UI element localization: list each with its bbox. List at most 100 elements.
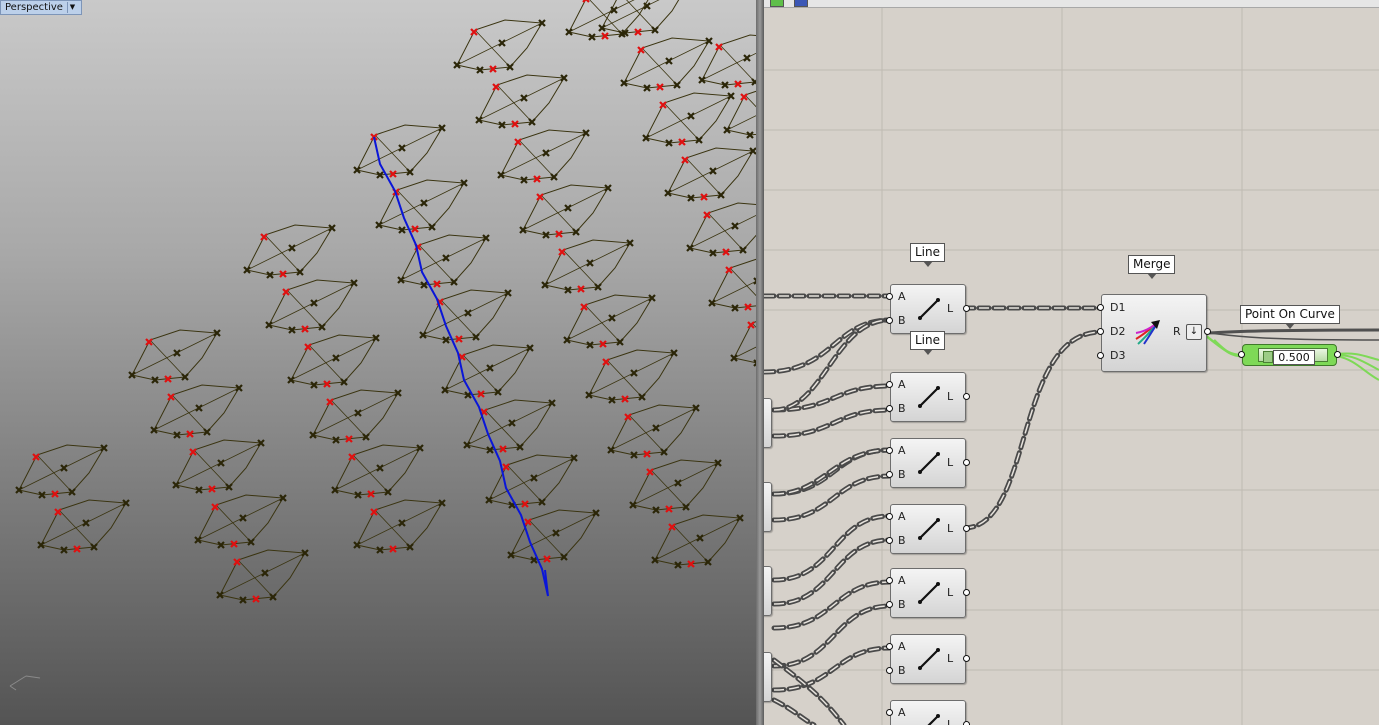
dark-point-mark xyxy=(530,474,538,482)
cell-diagonal xyxy=(711,267,756,304)
slider-grip[interactable] xyxy=(1263,351,1273,363)
grasshopper-canvas[interactable]: ABLLineABLLineABLABLABLABLABLD1D2D3R↓Mer… xyxy=(764,0,1379,725)
dark-point-mark xyxy=(60,464,68,472)
dark-point-mark xyxy=(217,459,225,467)
dark-point-mark xyxy=(731,222,739,230)
slider-output-pin-left[interactable] xyxy=(1238,351,1245,358)
input-pin-a[interactable] xyxy=(886,447,893,454)
red-point-mark xyxy=(348,453,356,461)
viewport-title: Perspective xyxy=(5,2,63,13)
red-point-mark xyxy=(326,398,334,406)
rhino-perspective-viewport[interactable]: Perspective ▼ xyxy=(0,0,756,725)
red-point-mark xyxy=(715,43,723,51)
red-point-mark xyxy=(668,523,676,531)
partial-component[interactable] xyxy=(764,652,772,702)
slider-output-pin[interactable] xyxy=(1334,351,1341,358)
line-icon xyxy=(918,386,940,408)
dark-point-mark xyxy=(420,199,428,207)
output-pin-l[interactable] xyxy=(963,721,970,725)
dark-point-mark xyxy=(173,349,181,357)
red-point-mark xyxy=(470,28,478,36)
merge-input-pin[interactable] xyxy=(1097,304,1104,311)
partial-component[interactable] xyxy=(764,566,772,616)
output-label-l: L xyxy=(947,586,954,599)
line-component[interactable]: ABL xyxy=(886,634,970,684)
wire-dashed xyxy=(771,603,893,669)
viewport-title-tab[interactable]: Perspective ▼ xyxy=(0,0,82,15)
output-pin-l[interactable] xyxy=(963,655,970,662)
dark-point-mark xyxy=(310,299,318,307)
output-label-l: L xyxy=(947,522,954,535)
input-pin-b[interactable] xyxy=(886,601,893,608)
input-pin-a[interactable] xyxy=(886,381,893,388)
input-pin-b[interactable] xyxy=(886,405,893,412)
dark-point-mark xyxy=(261,569,269,577)
red-point-mark xyxy=(211,503,219,511)
dark-point-mark xyxy=(82,519,90,527)
input-pin-b[interactable] xyxy=(886,317,893,324)
merge-output-pin[interactable] xyxy=(1204,328,1211,335)
component-tooltip: Line xyxy=(910,331,946,355)
line-component[interactable]: ABL xyxy=(886,372,970,422)
red-point-mark xyxy=(536,193,544,201)
point-on-curve-tooltip: Point On Curve xyxy=(1240,305,1340,329)
dark-point-mark xyxy=(376,464,384,472)
input-pin-a[interactable] xyxy=(886,577,893,584)
input-pin-a[interactable] xyxy=(886,643,893,650)
output-pin-l[interactable] xyxy=(963,459,970,466)
down-arrow-icon[interactable]: ↓ xyxy=(1186,324,1202,340)
red-point-mark xyxy=(260,233,268,241)
dark-point-mark xyxy=(508,419,516,427)
dark-point-mark xyxy=(520,94,528,102)
line-component[interactable]: ABL xyxy=(886,700,970,725)
input-pin-b[interactable] xyxy=(886,471,893,478)
input-label-a: A xyxy=(898,444,906,457)
slider-rail[interactable]: 0.500 xyxy=(1258,348,1328,365)
wire-solid xyxy=(1204,332,1379,341)
dark-point-mark xyxy=(552,529,560,537)
slider-value[interactable]: 0.500 xyxy=(1273,350,1315,365)
dark-point-mark xyxy=(398,519,406,527)
dark-point-mark xyxy=(665,57,673,65)
line-component[interactable]: ABL xyxy=(886,568,970,618)
red-point-mark xyxy=(233,558,241,566)
output-pin-l[interactable] xyxy=(963,525,970,532)
line-component[interactable]: ABL xyxy=(886,438,970,488)
output-pin-l[interactable] xyxy=(963,305,970,312)
number-slider[interactable]: 0.500 xyxy=(1238,344,1341,366)
input-pin-b[interactable] xyxy=(886,537,893,544)
output-pin-l[interactable] xyxy=(963,589,970,596)
chevron-down-icon[interactable]: ▼ xyxy=(66,2,77,13)
wire-dashed xyxy=(764,317,893,375)
partial-component[interactable] xyxy=(764,482,772,532)
input-pin-a[interactable] xyxy=(886,709,893,716)
output-pin-l[interactable] xyxy=(963,393,970,400)
input-label-a: A xyxy=(898,378,906,391)
input-label-b: B xyxy=(898,468,906,481)
red-point-mark xyxy=(725,266,733,274)
input-pin-b[interactable] xyxy=(886,667,893,674)
dark-point-mark xyxy=(288,244,296,252)
dark-point-mark xyxy=(464,309,472,317)
input-label-b: B xyxy=(898,534,906,547)
red-point-mark xyxy=(370,508,378,516)
cell-diagonal xyxy=(568,0,635,35)
panel-splitter[interactable] xyxy=(756,0,764,725)
merge-output-label: R xyxy=(1173,325,1181,338)
input-label-a: A xyxy=(898,706,906,719)
wire-dashed-highlight xyxy=(773,409,891,437)
input-pin-a[interactable] xyxy=(886,293,893,300)
merge-input-label: D2 xyxy=(1110,325,1126,338)
merge-component[interactable]: D1 D2 D3 R ↓ xyxy=(1097,294,1211,372)
merge-input-pin[interactable] xyxy=(1097,352,1104,359)
partial-component[interactable] xyxy=(764,398,772,448)
line-component[interactable]: ABL xyxy=(886,284,970,334)
dark-point-mark xyxy=(239,514,247,522)
output-label-l: L xyxy=(947,718,954,725)
input-pin-a[interactable] xyxy=(886,513,893,520)
dark-point-mark xyxy=(674,479,682,487)
line-icon xyxy=(927,714,940,725)
line-component[interactable]: ABL xyxy=(886,504,970,554)
merge-input-pin[interactable] xyxy=(1097,328,1104,335)
line-icon xyxy=(918,298,940,320)
